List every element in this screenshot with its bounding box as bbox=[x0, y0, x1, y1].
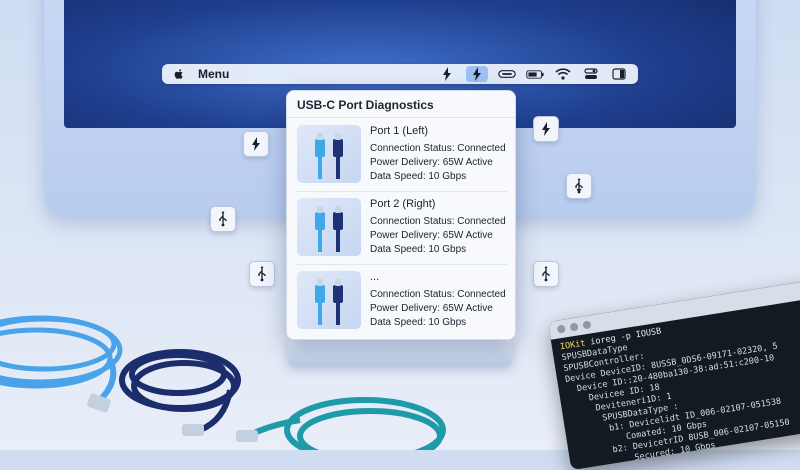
port-list-item[interactable]: Port 2 (Right) Connection Status: Connec… bbox=[295, 194, 507, 262]
window-minimize-icon[interactable] bbox=[569, 322, 579, 332]
window-zoom-icon[interactable] bbox=[582, 320, 592, 330]
window-close-icon[interactable] bbox=[556, 324, 566, 334]
port-connection-status: Connection Status: Connected bbox=[370, 216, 506, 227]
port-separator bbox=[295, 191, 507, 192]
sidebar-icon[interactable] bbox=[610, 66, 628, 82]
thunderbolt-badge-icon bbox=[243, 131, 269, 157]
port-name: Port 1 (Left) bbox=[370, 125, 429, 137]
usb-c-cable-thumbnail-icon bbox=[297, 125, 361, 183]
apple-icon[interactable] bbox=[172, 67, 186, 81]
battery-icon[interactable] bbox=[526, 66, 544, 82]
port-list-item[interactable]: Port 1 (Left) Connection Status: Connect… bbox=[295, 121, 507, 189]
port-data-speed: Data Speed: 10 Gbps bbox=[370, 244, 467, 255]
port-connection-status: Connection Status: Connected bbox=[370, 289, 506, 300]
thunderbolt-badge-icon bbox=[533, 116, 559, 142]
port-separator bbox=[295, 264, 507, 265]
port-power-delivery: Power Delivery: 65W Active bbox=[370, 230, 493, 241]
usb-badge-icon bbox=[249, 261, 275, 287]
port-name: ... bbox=[370, 271, 380, 283]
menu-bar: Menu bbox=[162, 64, 638, 84]
usb-badge-icon bbox=[566, 173, 592, 199]
control-center-icon[interactable] bbox=[582, 66, 600, 82]
usb-badge-icon bbox=[210, 206, 236, 232]
thunderbolt-icon[interactable] bbox=[466, 66, 488, 82]
popup-title: USB-C Port Diagnostics bbox=[297, 98, 434, 112]
port-power-delivery: Power Delivery: 65W Active bbox=[370, 157, 493, 168]
popup-divider bbox=[287, 117, 515, 118]
port-name: Port 2 (Right) bbox=[370, 198, 436, 210]
port-connection-status: Connection Status: Connected bbox=[370, 143, 506, 154]
bolt-icon[interactable] bbox=[438, 66, 456, 82]
usb-c-port-icon[interactable] bbox=[498, 66, 516, 82]
status-icons bbox=[438, 66, 628, 82]
usb-c-cable-thumbnail-icon bbox=[297, 198, 361, 256]
port-data-speed: Data Speed: 10 Gbps bbox=[370, 171, 467, 182]
usb-badge-icon bbox=[533, 261, 559, 287]
menu-label[interactable]: Menu bbox=[198, 67, 229, 81]
wifi-icon[interactable] bbox=[554, 66, 572, 82]
